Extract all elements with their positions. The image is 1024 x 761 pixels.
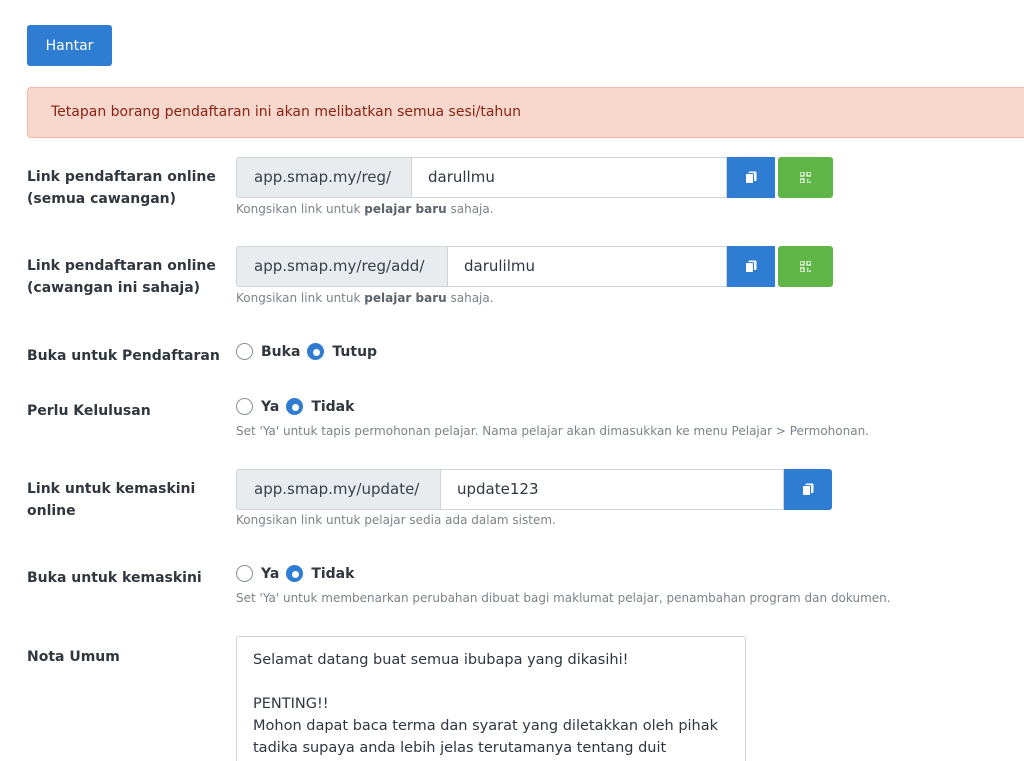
- update-link-input[interactable]: update123: [440, 469, 784, 510]
- open-registration-option-tutup[interactable]: Tutup: [332, 344, 377, 360]
- submit-button[interactable]: Hantar: [27, 25, 112, 66]
- open-registration-radio-tutup[interactable]: [307, 343, 325, 360]
- open-update-option-ya[interactable]: Ya: [261, 566, 279, 582]
- approval-option-tidak[interactable]: Tidak: [311, 399, 354, 415]
- notes-textarea[interactable]: Selamat datang buat semua ibubapa yang d…: [236, 636, 746, 761]
- copy-icon: [802, 483, 814, 496]
- notes-label: Nota Umum: [27, 649, 120, 665]
- open-update-option-tidak[interactable]: Tidak: [311, 566, 354, 582]
- reg-branch-label: Link pendaftaran online (cawangan ini sa…: [27, 255, 222, 299]
- reg-branch-help-text-end: sahaja.: [446, 291, 494, 305]
- approval-radio-ya[interactable]: [236, 398, 253, 415]
- reg-all-help-text-end: sahaja.: [446, 202, 494, 216]
- reg-branch-prefix: app.smap.my/reg/add/: [236, 246, 447, 287]
- reg-all-help-text: Kongsikan link untuk: [236, 202, 365, 216]
- reg-branch-label-line2: (cawangan ini sahaja): [27, 280, 201, 296]
- update-link-label: Link untuk kemaskini online: [27, 478, 222, 522]
- reg-branch-qr-button[interactable]: [778, 246, 833, 287]
- update-link-help: Kongsikan link untuk pelajar sedia ada d…: [236, 513, 556, 527]
- reg-all-input-group: app.smap.my/reg/ darullmu: [236, 157, 833, 198]
- info-alert: Tetapan borang pendaftaran ini akan meli…: [27, 87, 1024, 138]
- update-link-label-line2: online: [27, 503, 76, 519]
- open-update-radio-group: Ya Tidak: [236, 565, 361, 582]
- open-registration-option-buka[interactable]: Buka: [261, 344, 300, 360]
- open-registration-radio-buka[interactable]: [236, 343, 253, 360]
- qr-code-icon: [800, 261, 811, 272]
- reg-all-help: Kongsikan link untuk pelajar baru sahaja…: [236, 202, 494, 216]
- open-registration-radio-group: Buka Tutup: [236, 343, 384, 360]
- open-registration-label: Buka untuk Pendaftaran: [27, 348, 220, 364]
- approval-label: Perlu Kelulusan: [27, 403, 151, 419]
- update-link-input-group: app.smap.my/update/ update123: [236, 469, 832, 510]
- approval-radio-group: Ya Tidak: [236, 398, 361, 415]
- update-link-prefix: app.smap.my/update/: [236, 469, 440, 510]
- reg-all-label: Link pendaftaran online (semua cawangan): [27, 166, 222, 210]
- reg-branch-help: Kongsikan link untuk pelajar baru sahaja…: [236, 291, 494, 305]
- reg-all-qr-button[interactable]: [778, 157, 833, 198]
- open-update-radio-tidak[interactable]: [286, 565, 304, 582]
- reg-all-help-bold: pelajar baru: [364, 202, 447, 216]
- open-update-help: Set 'Ya' untuk membenarkan perubahan dib…: [236, 591, 891, 605]
- reg-branch-help-bold: pelajar baru: [364, 291, 447, 305]
- open-update-label: Buka untuk kemaskini: [27, 570, 202, 586]
- reg-branch-input-group: app.smap.my/reg/add/ darulilmu: [236, 246, 833, 287]
- reg-all-copy-button[interactable]: [727, 157, 775, 198]
- approval-help: Set 'Ya' untuk tapis permohonan pelajar.…: [236, 424, 869, 438]
- open-update-radio-ya[interactable]: [236, 565, 253, 582]
- reg-all-label-line2: (semua cawangan): [27, 191, 177, 207]
- reg-all-prefix: app.smap.my/reg/: [236, 157, 411, 198]
- reg-branch-input[interactable]: darulilmu: [447, 246, 727, 287]
- update-link-label-line1: Link untuk kemaskini: [27, 481, 196, 497]
- reg-branch-help-text: Kongsikan link untuk: [236, 291, 365, 305]
- copy-icon: [745, 260, 757, 273]
- reg-branch-label-line1: Link pendaftaran online: [27, 258, 216, 274]
- qr-code-icon: [800, 172, 811, 183]
- reg-all-label-line1: Link pendaftaran online: [27, 169, 216, 185]
- update-link-copy-button[interactable]: [784, 469, 832, 510]
- copy-icon: [745, 171, 757, 184]
- reg-all-input[interactable]: darullmu: [411, 157, 727, 198]
- approval-option-ya[interactable]: Ya: [261, 399, 279, 415]
- reg-branch-copy-button[interactable]: [727, 246, 775, 287]
- approval-radio-tidak[interactable]: [286, 398, 304, 415]
